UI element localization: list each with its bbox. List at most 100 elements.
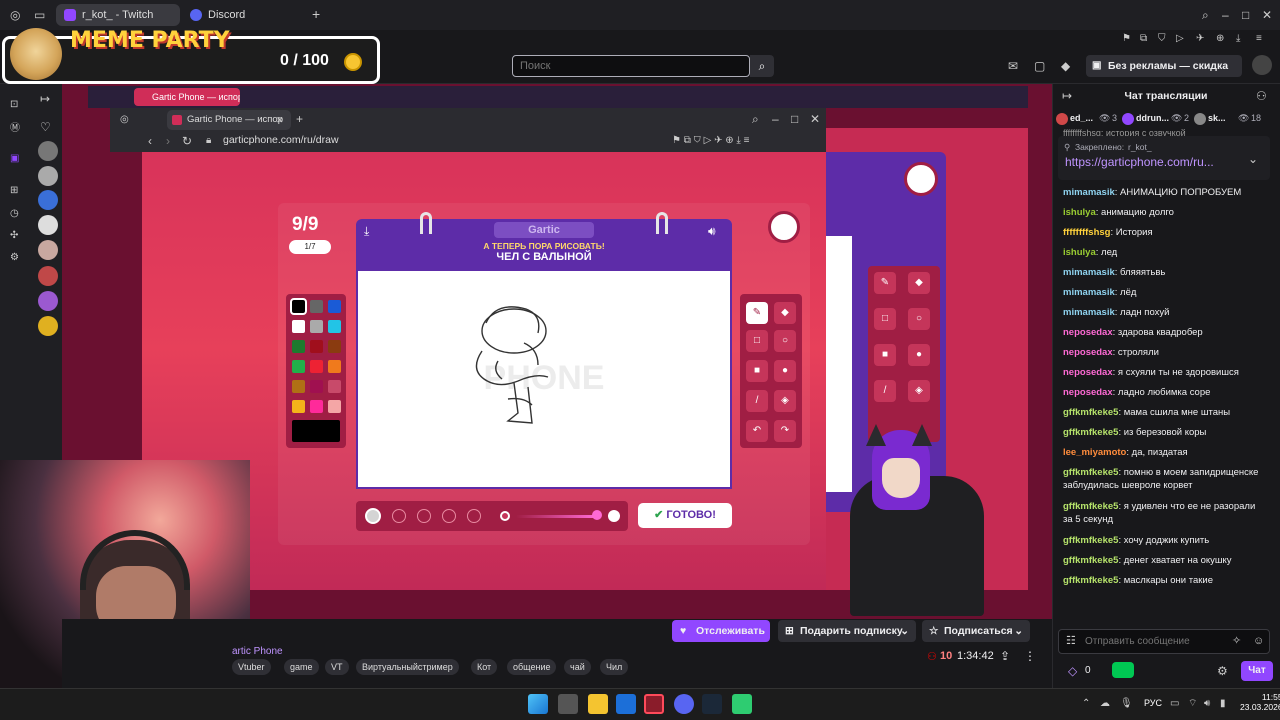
clock[interactable]: 11:55 23.03.2026 bbox=[1240, 692, 1280, 712]
chat-send-button[interactable]: Чат bbox=[1241, 661, 1273, 681]
task-view-icon[interactable] bbox=[558, 694, 578, 714]
chat-settings-icon[interactable]: ☷ bbox=[1066, 634, 1076, 648]
tag[interactable]: Кот bbox=[471, 659, 498, 675]
more-icon[interactable]: ⋮ bbox=[1024, 649, 1036, 663]
file-explorer-icon[interactable] bbox=[588, 694, 608, 714]
collections-icon[interactable]: ⧉ bbox=[1140, 32, 1147, 46]
bits-icon[interactable]: ✧ bbox=[1232, 634, 1241, 648]
subscribe-button[interactable]: ☆ Подписаться ⌄ bbox=[922, 620, 1030, 642]
whispers-icon[interactable]: ▢ bbox=[1034, 59, 1045, 73]
new-tab-button[interactable]: + bbox=[312, 7, 320, 21]
heart-icon[interactable]: ♡ bbox=[40, 120, 51, 134]
tag[interactable]: game bbox=[284, 659, 319, 675]
volume-icon[interactable]: 🔊︎ bbox=[1204, 697, 1210, 711]
chat-username[interactable]: gffkmfkeke5 bbox=[1063, 535, 1118, 546]
promo-button[interactable]: ▣ Без рекламы — скидка 30% bbox=[1086, 55, 1242, 94]
puzzle-icon[interactable]: ✣ bbox=[10, 229, 18, 243]
settings-icon[interactable]: ⚙ bbox=[1217, 664, 1228, 678]
tab-discord[interactable]: Discord bbox=[182, 4, 306, 26]
channel-avatar[interactable] bbox=[38, 215, 58, 235]
bits-icon[interactable]: ◆ bbox=[1061, 59, 1070, 73]
sidebar-tool-icon[interactable]: ⊞ bbox=[10, 184, 18, 198]
start-icon[interactable] bbox=[528, 694, 548, 714]
prediction-icon[interactable] bbox=[1112, 662, 1134, 678]
channel-avatar[interactable] bbox=[38, 141, 58, 161]
chat-username[interactable]: lee_miyamoto bbox=[1063, 447, 1126, 458]
wifi-icon[interactable]: ⌔ bbox=[1188, 697, 1197, 711]
tab-groups-icon[interactable]: ▭ bbox=[34, 8, 45, 22]
channel-avatar[interactable] bbox=[38, 316, 58, 336]
download-icon[interactable]: ⤓ bbox=[1236, 32, 1240, 46]
tag[interactable]: чай bbox=[564, 659, 591, 675]
inbox-icon[interactable]: ✉ bbox=[1008, 59, 1018, 73]
chat-username[interactable]: gffkmfkeke5 bbox=[1063, 575, 1118, 586]
gift-sub-button[interactable]: ⊞ Подарить подписку ⌄ bbox=[778, 620, 916, 642]
discord-icon[interactable] bbox=[674, 694, 694, 714]
close-window-icon[interactable]: ✕ bbox=[1262, 8, 1272, 22]
chat-username[interactable]: ffffffffshsg bbox=[1063, 227, 1110, 238]
chat-username[interactable]: mimamasik bbox=[1063, 307, 1115, 318]
maximize-icon[interactable]: □ bbox=[1242, 8, 1249, 22]
settings-icon[interactable]: ⚙ bbox=[10, 251, 19, 265]
sidebar-tool-icon[interactable]: Ⓜ bbox=[10, 122, 20, 136]
channel-avatar[interactable] bbox=[38, 190, 58, 210]
chat-username[interactable]: gffkmfkeke5 bbox=[1063, 555, 1118, 566]
chat-username[interactable]: mimamasik bbox=[1063, 187, 1115, 198]
chat-username[interactable]: gffkmfkeke5 bbox=[1063, 467, 1118, 478]
chat-username[interactable]: neposedax bbox=[1063, 387, 1113, 398]
chat-users-icon[interactable]: ⚇ bbox=[1256, 89, 1267, 103]
menu-icon[interactable]: ≡ bbox=[1256, 32, 1262, 46]
store-icon[interactable] bbox=[616, 694, 636, 714]
tag[interactable]: Vtuber bbox=[232, 659, 271, 675]
chat-username[interactable]: gffkmfkeke5 bbox=[1063, 427, 1118, 438]
minimize-icon[interactable]: – bbox=[1222, 8, 1229, 22]
tag[interactable]: общение bbox=[507, 659, 557, 675]
chat-username[interactable]: mimamasik bbox=[1063, 267, 1115, 278]
network-tray-icon[interactable]: ☁ bbox=[1100, 697, 1110, 711]
battery-icon[interactable]: ▮ bbox=[1220, 697, 1226, 711]
play-icon[interactable]: ▷ bbox=[1176, 32, 1184, 46]
channel-avatar[interactable] bbox=[38, 240, 58, 260]
search-tabs-icon[interactable]: ⌕ bbox=[1202, 8, 1209, 22]
avatar[interactable] bbox=[1252, 55, 1272, 75]
follow-button[interactable]: ♥ Отслеживать bbox=[672, 620, 770, 642]
extensions-icon[interactable]: ✈ bbox=[1196, 32, 1204, 46]
search-button[interactable]: ⌕ bbox=[750, 55, 774, 77]
sidebar-tool-icon[interactable]: ⊡ bbox=[10, 98, 18, 112]
opera-icon[interactable] bbox=[644, 694, 664, 714]
chevron-down-icon[interactable]: ⌄ bbox=[1248, 152, 1258, 166]
bookmark-icon[interactable]: ⚑ bbox=[1122, 32, 1131, 46]
language-indicator[interactable]: РУС bbox=[1144, 698, 1162, 708]
tag[interactable]: Виртуальныйстример bbox=[356, 659, 459, 675]
chat-username[interactable]: neposedax bbox=[1063, 327, 1113, 338]
channel-avatar[interactable] bbox=[38, 291, 58, 311]
display-tray-icon[interactable]: ▭ bbox=[1170, 697, 1179, 711]
lock-icon[interactable]: ⊕ bbox=[1216, 32, 1224, 46]
tag[interactable]: Чил bbox=[600, 659, 629, 675]
points-icon[interactable]: ◇ bbox=[1068, 664, 1077, 678]
search-input[interactable] bbox=[512, 55, 750, 77]
browser-menu-icon[interactable]: ◎ bbox=[10, 8, 20, 22]
chat-username[interactable]: neposedax bbox=[1063, 347, 1113, 358]
steam-icon[interactable] bbox=[702, 694, 722, 714]
chat-username[interactable]: gffkmfkeke5 bbox=[1063, 407, 1118, 418]
tag[interactable]: VT bbox=[325, 659, 349, 675]
chat-username[interactable]: mimamasik bbox=[1063, 287, 1115, 298]
emote-icon[interactable]: ☺ bbox=[1253, 634, 1264, 648]
sidebar-twitch-icon[interactable]: ▣ bbox=[10, 152, 19, 166]
mic-tray-icon[interactable]: 🎙︎ bbox=[1120, 697, 1133, 711]
chat-username[interactable]: gffkmfkeke5 bbox=[1063, 501, 1118, 512]
history-icon[interactable]: ◷ bbox=[10, 207, 19, 221]
chat-username[interactable]: ishulya bbox=[1063, 247, 1096, 258]
app-icon[interactable] bbox=[732, 694, 752, 714]
shield-icon[interactable]: ⛉ bbox=[1158, 32, 1166, 46]
tray-chevron-icon[interactable]: ⌃ bbox=[1082, 697, 1090, 711]
chat-username[interactable]: neposedax bbox=[1063, 367, 1113, 378]
channel-avatar[interactable] bbox=[38, 166, 58, 186]
chat-username[interactable]: ishulya bbox=[1063, 207, 1096, 218]
tab-twitch[interactable]: r_kot_ - Twitch bbox=[56, 4, 180, 26]
share-icon[interactable]: ⇪ bbox=[1000, 649, 1010, 663]
collapse-sidebar-icon[interactable]: ↦ bbox=[40, 92, 50, 106]
channel-avatar[interactable] bbox=[38, 266, 58, 286]
game-category[interactable]: artic Phone bbox=[232, 646, 283, 657]
